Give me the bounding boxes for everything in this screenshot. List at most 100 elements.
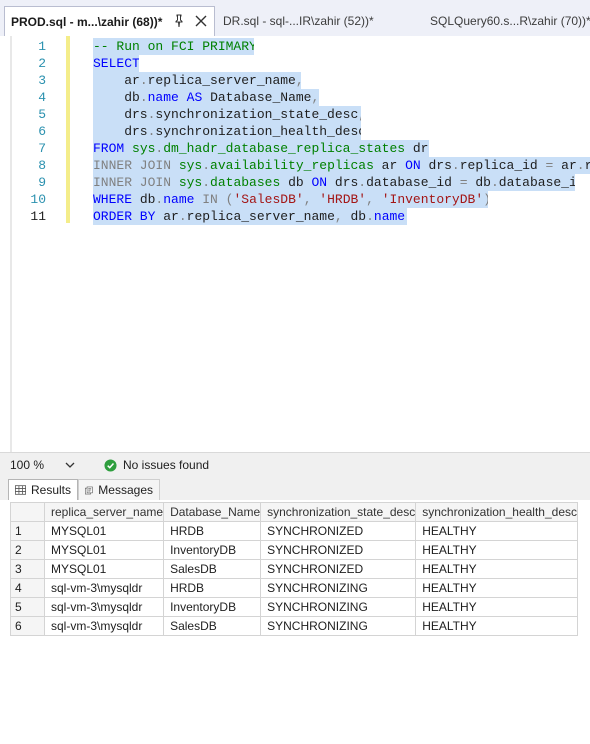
issues-indicator[interactable]: No issues found: [104, 455, 209, 475]
row-number-cell[interactable]: 3: [10, 559, 45, 579]
query-editor[interactable]: 1 -- Run on FCI PRIMARY 2 SELECT 3 ar.replic…: [0, 36, 590, 452]
pin-icon[interactable]: [171, 13, 187, 29]
table-row[interactable]: 2 MYSQL01 InventoryDB SYNCHRONIZED HEALTHY: [10, 540, 578, 560]
grid-cell[interactable]: InventoryDB: [163, 597, 262, 617]
grid-cell[interactable]: HEALTHY: [415, 521, 578, 541]
results-grid[interactable]: replica_server_name Database_Name synchr…: [10, 502, 578, 636]
code-token: ON: [405, 158, 429, 173]
code-token: Database_Name: [210, 90, 312, 105]
chevron-down-icon: [65, 462, 75, 468]
code-text: WHERE db.name IN ('SalesDB', 'HRDB', 'In…: [93, 191, 488, 208]
code-token: .: [139, 73, 148, 88]
zoom-dropdown[interactable]: 100 %: [10, 455, 80, 475]
grid-cell[interactable]: MYSQL01: [43, 559, 165, 579]
code-token: .: [178, 209, 187, 224]
code-token: synchronization_health_desc: [155, 124, 361, 139]
tab-dr-sql[interactable]: DR.sql - sql-...IR\zahir (52))*: [223, 8, 374, 34]
grid-cell[interactable]: SYNCHRONIZED: [260, 521, 417, 541]
code-token: .: [202, 175, 211, 190]
grid-cell[interactable]: SYNCHRONIZED: [260, 559, 417, 579]
grid-cell[interactable]: InventoryDB: [163, 540, 262, 560]
tab-messages[interactable]: Messages: [78, 479, 160, 500]
grid-cell[interactable]: HEALTHY: [415, 597, 578, 617]
row-number-cell[interactable]: 4: [10, 578, 45, 598]
code-token: .: [366, 209, 374, 224]
row-number-cell[interactable]: 2: [10, 540, 45, 560]
grid-cell[interactable]: MYSQL01: [43, 540, 165, 560]
code-token: .: [139, 90, 148, 105]
table-row[interactable]: 5 sql-vm-3\mysqldr InventoryDB SYNCHRONIZIN…: [10, 597, 578, 617]
line-number: 11: [30, 209, 46, 224]
row-number-header[interactable]: [10, 502, 45, 522]
code-token: drs: [93, 107, 148, 122]
table-row[interactable]: 6 sql-vm-3\mysqldr SalesDB SYNCHRONIZING HEA…: [10, 616, 578, 636]
code-token: -- Run on FCI PRIMARY: [93, 39, 254, 54]
grid-cell[interactable]: SalesDB: [163, 616, 262, 636]
tab-prod-sql[interactable]: PROD.sql - m...\zahir (68))*: [4, 6, 215, 36]
code-token: replica_server_name: [147, 73, 296, 88]
table-row[interactable]: 3 MYSQL01 SalesDB SYNCHRONIZED HEALTHY: [10, 559, 578, 579]
code-token: ar: [561, 158, 577, 173]
code-token: ar: [163, 209, 179, 224]
code-token: db: [350, 209, 367, 224]
code-token: 'SalesDB': [233, 192, 304, 207]
code-token: =: [459, 175, 476, 190]
column-header[interactable]: synchronization_state_desc: [260, 502, 417, 522]
grid-cell[interactable]: HEALTHY: [415, 559, 578, 579]
code-token: db: [93, 90, 140, 105]
code-token: INNER JOIN: [93, 158, 179, 173]
code-token: ,: [296, 73, 301, 88]
code-token: db: [139, 192, 156, 207]
code-text: db.name AS Database_Name,: [93, 89, 320, 106]
code-token: ,: [358, 107, 361, 122]
close-icon[interactable]: [193, 13, 209, 29]
code-token: drs: [428, 158, 452, 173]
document-tab-strip: PROD.sql - m...\zahir (68))* DR.sql - sq…: [0, 0, 590, 37]
code-token: ,: [303, 192, 320, 207]
row-number-cell[interactable]: 1: [10, 521, 45, 541]
line-number: 8: [38, 158, 46, 173]
grid-cell[interactable]: sql-vm-3\mysqldr: [43, 616, 165, 636]
grid-cell[interactable]: SYNCHRONIZING: [260, 578, 417, 598]
code-token: dm_hadr_database_replica_states: [163, 141, 406, 156]
table-row[interactable]: 4 sql-vm-3\mysqldr HRDB SYNCHRONIZING HEALTH…: [10, 578, 578, 598]
line-number: 3: [38, 73, 46, 88]
line-number: 4: [38, 90, 46, 105]
code-token: name: [147, 90, 179, 105]
results-pane: replica_server_name Database_Name synchr…: [0, 500, 590, 744]
tab-results[interactable]: Results: [8, 479, 78, 500]
line-number: 6: [38, 124, 46, 139]
grid-cell[interactable]: sql-vm-3\mysqldr: [43, 578, 165, 598]
code-token: .: [451, 158, 460, 173]
column-header[interactable]: replica_server_name: [43, 502, 165, 522]
code-token: ,: [334, 209, 351, 224]
row-number-cell[interactable]: 6: [10, 616, 45, 636]
grid-cell[interactable]: SalesDB: [163, 559, 262, 579]
column-header[interactable]: synchronization_health_desc: [415, 502, 578, 522]
grid-cell[interactable]: HEALTHY: [415, 540, 578, 560]
grid-cell[interactable]: HRDB: [163, 578, 262, 598]
tab-sqlquery60[interactable]: SQLQuery60.s...R\zahir (70))*: [430, 8, 590, 34]
grid-cell[interactable]: HEALTHY: [415, 616, 578, 636]
table-row[interactable]: 1 MYSQL01 HRDB SYNCHRONIZED HEALTHY: [10, 521, 578, 541]
code-token: drs: [412, 141, 429, 156]
code-text: drs.synchronization_health_desc: [93, 123, 361, 140]
grid-cell[interactable]: MYSQL01: [43, 521, 165, 541]
grid-cell[interactable]: HEALTHY: [415, 578, 578, 598]
row-number-cell[interactable]: 5: [10, 597, 45, 617]
grid-cell[interactable]: SYNCHRONIZING: [260, 597, 417, 617]
code-token: db: [475, 175, 491, 190]
code-token: ar: [93, 73, 140, 88]
code-token: drs: [334, 175, 359, 190]
grid-cell[interactable]: SYNCHRONIZING: [260, 616, 417, 636]
grid-cell[interactable]: sql-vm-3\mysqldr: [43, 597, 165, 617]
column-header[interactable]: Database_Name: [163, 502, 262, 522]
grid-cell[interactable]: SYNCHRONIZED: [260, 540, 417, 560]
code-text: ar.replica_server_name,: [93, 72, 301, 89]
code-token: availability_replicas: [210, 158, 374, 173]
code-token: INNER JOIN: [93, 175, 179, 190]
code-token: sys: [178, 158, 203, 173]
code-token: 'InventoryDB': [381, 192, 484, 207]
line-number: 1: [38, 39, 46, 54]
grid-cell[interactable]: HRDB: [163, 521, 262, 541]
